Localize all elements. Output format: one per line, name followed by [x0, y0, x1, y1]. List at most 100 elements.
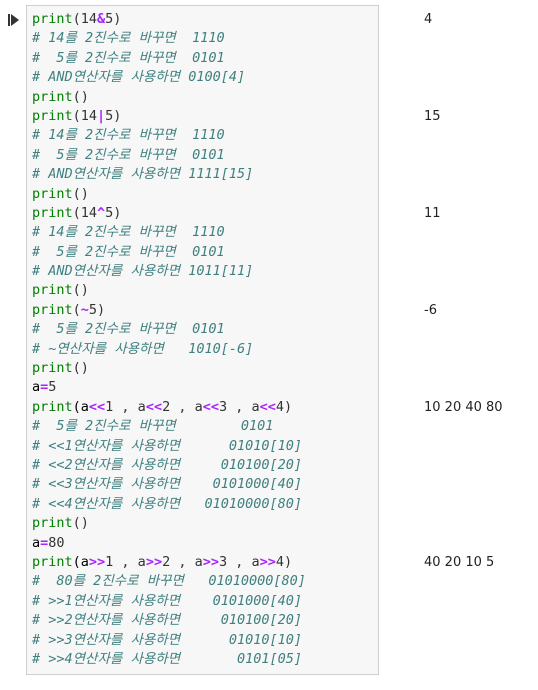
code-token-var: a — [32, 379, 41, 396]
code-line: # AND연산자를 사용하면 1111[15] — [32, 165, 306, 184]
code-token-op: | — [97, 107, 106, 124]
code-line: # 80를 2진수로 바꾸면 01010000[80] — [32, 572, 306, 591]
code-token-op: & — [97, 11, 106, 27]
code-token-paren: () — [72, 282, 89, 299]
code-line: # <<3연산자를 사용하면 0101000[40] — [32, 475, 306, 494]
output-text: 11 — [424, 206, 441, 221]
code-line: # >>3연산자를 사용하면 01010[10] — [32, 631, 306, 650]
code-token-num: (14 — [72, 204, 98, 221]
output-text: 10 20 40 80 — [424, 400, 503, 415]
code-token-comment: # >>4연산자를 사용하면 0101[05] — [32, 650, 303, 667]
code-line: # 14를 2진수로 바꾸면 1110 — [32, 223, 306, 242]
code-line: a=5 — [32, 378, 306, 397]
code-token-op: >> — [145, 553, 163, 570]
code-token-comment: # >>2연산자를 사용하면 010100[20] — [32, 612, 303, 629]
code-token-op: ^ — [97, 204, 106, 221]
code-token-num: 3 , a — [218, 553, 260, 570]
code-token-num: 80 — [48, 534, 65, 551]
code-token-num: 3 , a — [218, 398, 260, 415]
code-token-op: << — [145, 398, 163, 415]
code-token-comment: # 14를 2진수로 바꾸면 1110 — [32, 224, 225, 241]
code-token-comment: # AND연산자를 사용하면 1011[11] — [32, 263, 254, 280]
code-token-comment: # 5를 2진수로 바꾸면 0101 — [32, 243, 225, 260]
code-token-comment: # <<4연산자를 사용하면 01010000[80] — [32, 495, 303, 512]
code-line: print() — [32, 514, 306, 533]
code-token-num: 1 , a — [105, 398, 146, 415]
code-token-op: << — [88, 398, 106, 415]
code-line: # AND연산자를 사용하면 1011[11] — [32, 262, 306, 281]
code-token-func: print — [32, 11, 73, 27]
code-line: # 14를 2진수로 바꾸면 1110 — [32, 126, 306, 145]
code-token-op: >> — [259, 553, 276, 570]
output-text: 40 20 10 5 — [424, 555, 495, 571]
code-token-func: print — [32, 88, 73, 105]
code-token-comment: # ~연산자를 사용하면 1010[-6] — [32, 340, 254, 357]
code-line: # <<4연산자를 사용하면 01010000[80] — [32, 495, 306, 514]
code-token-num: 5 — [48, 379, 57, 396]
code-editor[interactable]: print(14&5) # 14를 2진수로 바꾸면 1110 # 5를 2진수로 … — [32, 10, 306, 669]
code-token-num: 2 , a — [162, 553, 203, 570]
code-token-comment: # 80를 2진수로 바꾸면 01010000[80] — [32, 573, 306, 590]
code-token-func: print — [32, 398, 73, 415]
code-line: # >>2연산자를 사용하면 010100[20] — [32, 611, 306, 630]
code-token-num: 5) — [105, 204, 122, 221]
code-token-comment: # 5를 2진수로 바꾸면 0101 — [32, 321, 225, 338]
code-token-comment: # 14를 2진수로 바꾸면 1110 — [32, 127, 225, 144]
code-token-var: (a — [72, 398, 89, 415]
code-token-num: 5) — [105, 11, 122, 27]
code-token-comment: # 14를 2진수로 바꾸면 1110 — [32, 30, 225, 47]
code-line: a=80 — [32, 534, 306, 553]
code-token-num: 5) — [105, 107, 122, 124]
code-line: # 5를 2진수로 바꾸면 0101 — [32, 320, 306, 339]
run-cell-icon[interactable] — [8, 12, 20, 26]
code-token-comment: # <<3연산자를 사용하면 0101000[40] — [32, 476, 303, 493]
code-cell[interactable]: print(14&5) # 14를 2진수로 바꾸면 1110 # 5를 2진수로 … — [26, 5, 379, 675]
code-token-paren: ( — [72, 301, 81, 318]
code-token-func: print — [32, 204, 73, 221]
output-text: 4 — [424, 12, 433, 27]
code-token-var: (a — [72, 553, 89, 570]
code-token-comment: # 5를 2진수로 바꾸면 0101 — [32, 418, 274, 435]
code-token-num: 5) — [88, 301, 106, 318]
code-line: # 5를 2진수로 바꾸면 0101 — [32, 243, 306, 262]
code-token-comment: # >>1연산자를 사용하면 0101000[40] — [32, 592, 303, 609]
code-line: print() — [32, 88, 306, 107]
code-token-comment: # <<2연산자를 사용하면 010100[20] — [32, 456, 303, 473]
code-line: print(14&5) — [32, 10, 306, 29]
code-token-paren: () — [72, 88, 89, 105]
code-token-func: print — [32, 185, 73, 202]
code-token-comment: # 5를 2진수로 바꾸면 0101 — [32, 146, 225, 163]
code-token-func: print — [32, 553, 73, 570]
code-token-op: >> — [202, 553, 219, 570]
code-token-num: (14 — [72, 107, 98, 124]
code-token-func: print — [32, 282, 73, 299]
code-line: # 5를 2진수로 바꾸면 0101 — [32, 49, 306, 68]
code-line: # 5를 2진수로 바꾸면 0101 — [32, 417, 306, 436]
code-line: # AND연산자를 사용하면 0100[4] — [32, 68, 306, 87]
code-line: # ~연산자를 사용하면 1010[-6] — [32, 340, 306, 359]
code-line: print(a>>1 , a>>2 , a>>3 , a>>4) — [32, 553, 306, 572]
code-token-op: ~ — [80, 301, 89, 318]
code-token-var: a — [32, 534, 41, 551]
code-line: print(a<<1 , a<<2 , a<<3 , a<<4) — [32, 398, 306, 417]
output-text: -6 — [424, 303, 437, 318]
code-token-op: << — [202, 398, 219, 415]
output-text: 15 — [424, 109, 441, 124]
code-token-paren: () — [72, 185, 89, 202]
code-token-func: print — [32, 515, 73, 532]
code-token-num: 2 , a — [162, 398, 203, 415]
code-line: # >>1연산자를 사용하면 0101000[40] — [32, 592, 306, 611]
code-line: # <<2연산자를 사용하면 010100[20] — [32, 456, 306, 475]
code-line: print() — [32, 185, 306, 204]
code-token-func: print — [32, 301, 73, 318]
code-token-comment: # AND연산자를 사용하면 1111[15] — [32, 166, 254, 183]
code-line: # <<1연산자를 사용하면 01010[10] — [32, 437, 306, 456]
code-token-comment: # >>3연산자를 사용하면 01010[10] — [32, 631, 303, 648]
code-line: print(~5) — [32, 301, 306, 320]
code-line: print() — [32, 281, 306, 300]
code-token-op: << — [259, 398, 276, 415]
code-line: # >>4연산자를 사용하면 0101[05] — [32, 650, 306, 669]
code-token-comment: # 5를 2진수로 바꾸면 0101 — [32, 49, 225, 66]
code-token-num: 1 , a — [105, 553, 146, 570]
code-token-op: >> — [88, 553, 106, 570]
